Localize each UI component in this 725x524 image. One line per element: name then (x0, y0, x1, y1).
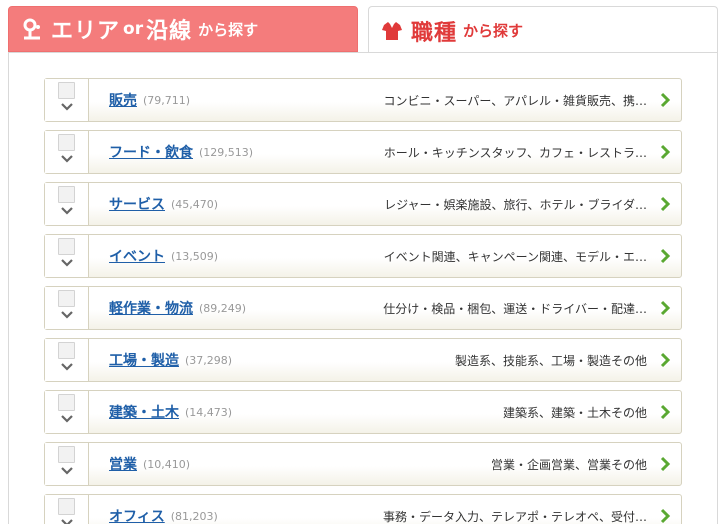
category-checkbox[interactable] (58, 134, 75, 151)
category-title[interactable]: オフィス (109, 506, 165, 524)
chevron-right-icon[interactable] (659, 248, 671, 264)
chevron-right-icon[interactable] (659, 144, 671, 160)
chevron-right-icon[interactable] (659, 508, 671, 524)
category-count: (10,410) (143, 457, 191, 471)
category-checkbox[interactable] (58, 342, 75, 359)
chevron-down-icon[interactable] (60, 102, 74, 112)
search-tabs: エリア or 沿線 から探す 職種 から探す (0, 0, 725, 54)
row-controls (45, 287, 89, 329)
category-title[interactable]: イベント (109, 246, 165, 266)
job-category-list: 販売 (79,711) コンビニ・スーパー、アパレル・雑貨販売、携… フード・飲… (44, 78, 682, 524)
category-checkbox[interactable] (58, 446, 75, 463)
category-row-service[interactable]: サービス (45,470) レジャー・娯楽施設、旅行、ホテル・ブライダ… (44, 182, 682, 226)
chevron-down-icon[interactable] (60, 466, 74, 476)
category-checkbox[interactable] (58, 238, 75, 255)
row-controls (45, 391, 89, 433)
row-controls (45, 443, 89, 485)
category-description: コンビニ・スーパー、アパレル・雑貨販売、携… (383, 93, 647, 108)
tab-area-suffix: から探す (198, 20, 259, 39)
category-title[interactable]: フード・飲食 (109, 142, 193, 162)
chevron-right-icon[interactable] (659, 404, 671, 420)
category-checkbox[interactable] (58, 186, 75, 203)
category-count: (13,509) (171, 249, 219, 263)
tab-area-or: or (123, 19, 144, 39)
uniform-shirt-icon (381, 20, 403, 42)
row-controls (45, 495, 89, 524)
category-title[interactable]: 軽作業・物流 (109, 298, 193, 318)
tab-job-suffix: から探す (463, 22, 524, 40)
category-description: 営業・企画営業、営業その他 (490, 457, 647, 472)
category-row-sales-rep[interactable]: 営業 (10,410) 営業・企画営業、営業その他 (44, 442, 682, 486)
location-pin-icon (21, 18, 43, 40)
chevron-right-icon[interactable] (659, 196, 671, 212)
chevron-down-icon[interactable] (60, 258, 74, 268)
chevron-right-icon[interactable] (659, 456, 671, 472)
chevron-down-icon[interactable] (60, 414, 74, 424)
category-title[interactable]: サービス (109, 194, 165, 214)
category-row-food[interactable]: フード・飲食 (129,513) ホール・キッチンスタッフ、カフェ・レストラ… (44, 130, 682, 174)
tab-line-label: 沿線 (146, 19, 193, 44)
chevron-down-icon[interactable] (60, 154, 74, 164)
category-checkbox[interactable] (58, 498, 75, 515)
category-checkbox[interactable] (58, 394, 75, 411)
category-description: 仕分け・検品・梱包、運送・ドライバー・配達… (383, 301, 647, 316)
category-row-construction[interactable]: 建築・土木 (14,473) 建築系、建築・土木その他 (44, 390, 682, 434)
category-count: (37,298) (185, 353, 233, 367)
category-count: (45,470) (171, 197, 219, 211)
chevron-right-icon[interactable] (659, 300, 671, 316)
category-description: イベント関連、キャンペーン関連、モデル・エ… (383, 249, 647, 264)
category-row-light-work[interactable]: 軽作業・物流 (89,249) 仕分け・検品・梱包、運送・ドライバー・配達… (44, 286, 682, 330)
chevron-right-icon[interactable] (659, 92, 671, 108)
category-row-factory[interactable]: 工場・製造 (37,298) 製造系、技能系、工場・製造その他 (44, 338, 682, 382)
tab-area-line-search[interactable]: エリア or 沿線 から探す (8, 6, 358, 52)
tab-job-search[interactable]: 職種 から探す (368, 6, 718, 54)
category-title[interactable]: 営業 (109, 454, 137, 474)
category-checkbox[interactable] (58, 290, 75, 307)
row-controls (45, 235, 89, 277)
chevron-down-icon[interactable] (60, 310, 74, 320)
category-description: 建築系、建築・土木その他 (502, 405, 647, 420)
category-row-office[interactable]: オフィス (81,203) 事務・データ入力、テレアポ・テレオペ、受付… (44, 494, 682, 524)
category-description: レジャー・娯楽施設、旅行、ホテル・ブライダ… (384, 197, 647, 212)
category-title[interactable]: 工場・製造 (109, 350, 179, 370)
category-title[interactable]: 建築・土木 (109, 402, 179, 422)
chevron-down-icon[interactable] (60, 362, 74, 372)
job-category-panel: 販売 (79,711) コンビニ・スーパー、アパレル・雑貨販売、携… フード・飲… (8, 52, 718, 524)
row-controls (45, 339, 89, 381)
category-count: (89,249) (199, 301, 247, 315)
category-count: (14,473) (185, 405, 233, 419)
row-controls (45, 79, 89, 121)
tab-area-label: エリア (51, 19, 121, 44)
row-controls (45, 183, 89, 225)
category-description: 製造系、技能系、工場・製造その他 (454, 353, 647, 368)
chevron-down-icon[interactable] (60, 206, 74, 216)
category-count: (79,711) (143, 93, 191, 107)
category-row-event[interactable]: イベント (13,509) イベント関連、キャンペーン関連、モデル・エ… (44, 234, 682, 278)
category-title[interactable]: 販売 (109, 90, 137, 110)
category-count: (129,513) (199, 145, 254, 159)
category-description: ホール・キッチンスタッフ、カフェ・レストラ… (383, 145, 647, 160)
category-count: (81,203) (170, 509, 218, 523)
category-row-sales[interactable]: 販売 (79,711) コンビニ・スーパー、アパレル・雑貨販売、携… (44, 78, 682, 122)
row-controls (45, 131, 89, 173)
category-description: 事務・データ入力、テレアポ・テレオペ、受付… (382, 509, 647, 524)
chevron-right-icon[interactable] (659, 352, 671, 368)
category-checkbox[interactable] (58, 82, 75, 99)
chevron-down-icon[interactable] (60, 518, 74, 524)
tab-job-label: 職種 (411, 20, 458, 46)
